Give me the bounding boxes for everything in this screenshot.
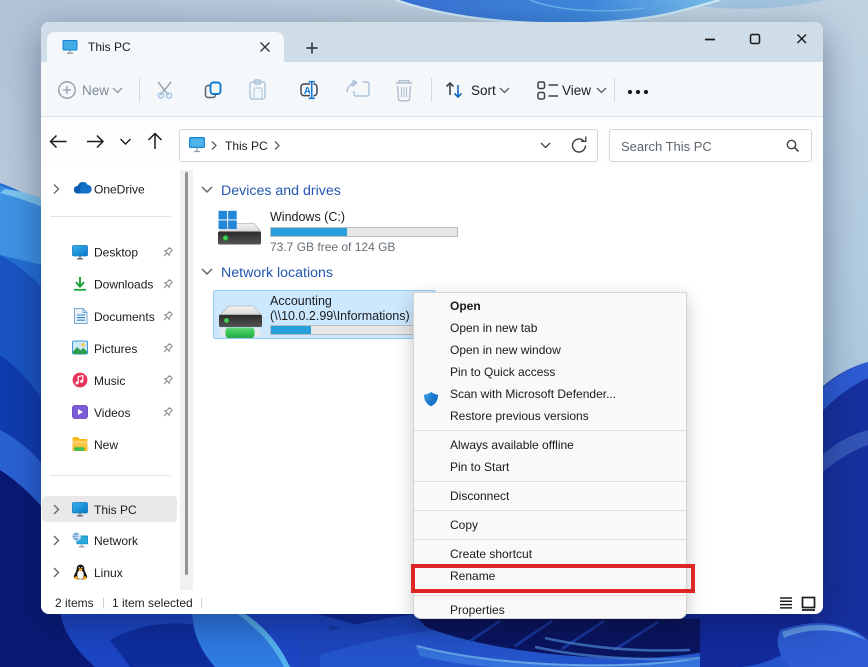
svg-text:OneDrive: OneDrive [94, 183, 145, 197]
svg-text:Downloads: Downloads [94, 278, 153, 292]
svg-text:Windows (C:): Windows (C:) [270, 210, 345, 224]
svg-text:Devices and drives: Devices and drives [221, 183, 341, 199]
svg-text:Network locations: Network locations [221, 265, 333, 281]
svg-text:Documents: Documents [94, 310, 155, 324]
svg-text:View: View [562, 83, 591, 98]
svg-text:This PC: This PC [225, 139, 268, 153]
svg-text:Linux: Linux [94, 566, 123, 580]
svg-text:Network: Network [94, 534, 139, 548]
svg-text:Pictures: Pictures [94, 342, 137, 356]
svg-text:73.7 GB free of 124 GB: 73.7 GB free of 124 GB [270, 240, 395, 254]
svg-text:This PC: This PC [94, 503, 137, 517]
svg-text:A: A [304, 86, 311, 97]
svg-text:New: New [94, 438, 118, 452]
svg-text:Accounting: Accounting [270, 294, 332, 308]
svg-text:Sort: Sort [471, 83, 496, 98]
svg-text:(\\10.0.2.99\Informations) (: (\\10.0.2.99\Informations) ( [270, 309, 418, 323]
svg-text:Music: Music [94, 374, 125, 388]
svg-text:New: New [82, 83, 109, 98]
svg-text:Videos: Videos [94, 406, 130, 420]
svg-text:Desktop: Desktop [94, 246, 138, 260]
